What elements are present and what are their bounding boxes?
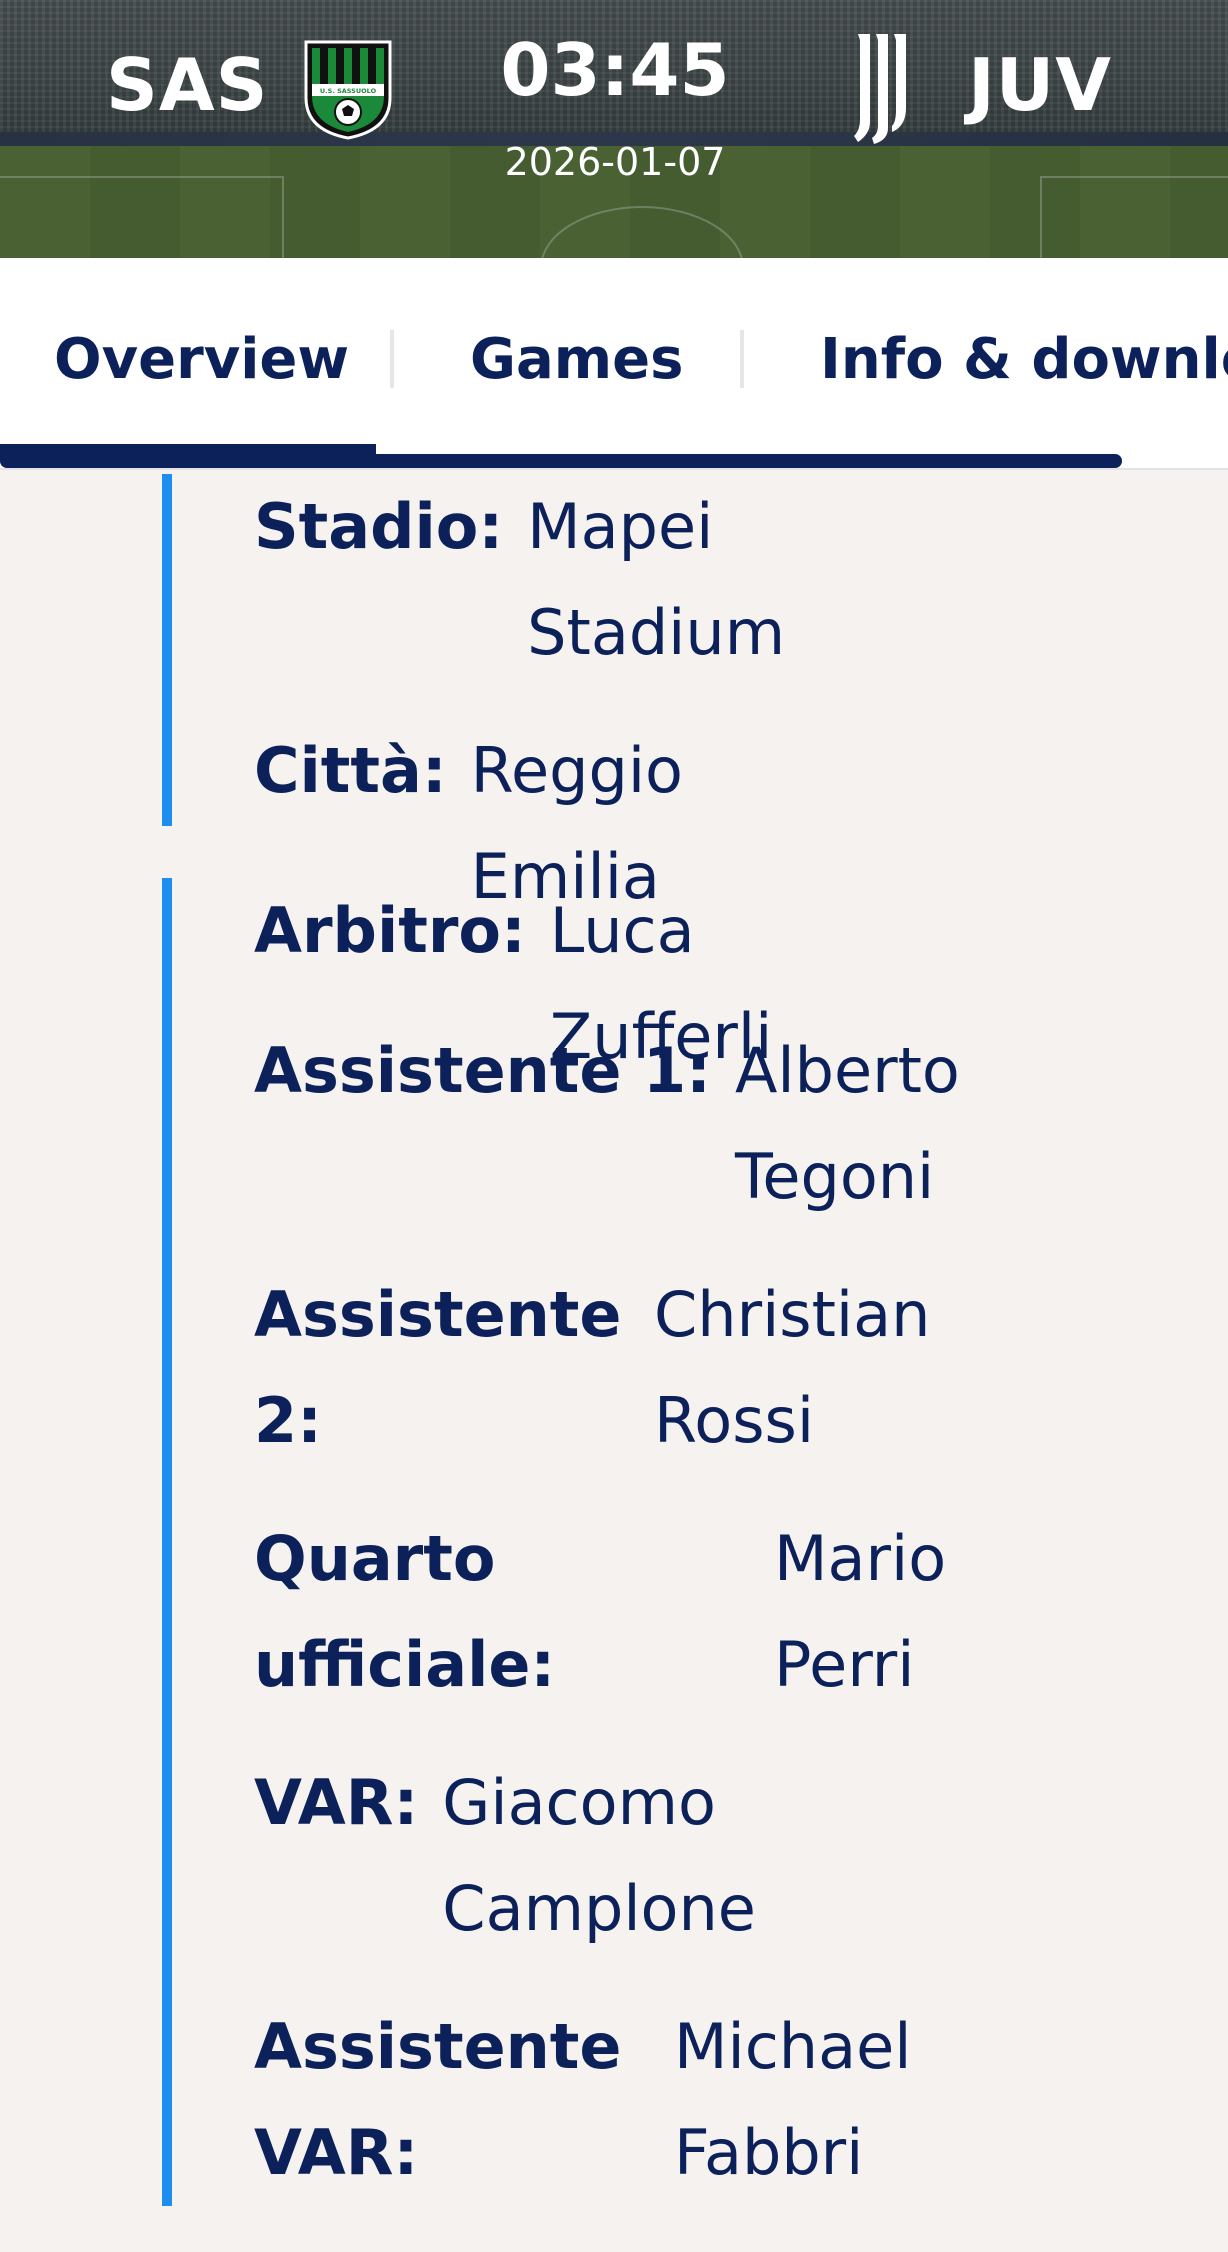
var-value: Giacomo Camplone: [442, 1766, 756, 1945]
match-header: SAS U.S. SASSUOLO 03:45 2026-01-07 JUV: [0, 0, 1228, 258]
tab-overview[interactable]: Overview: [54, 320, 349, 400]
city-label: Città:: [254, 734, 447, 807]
var-assistant-value: Michael Fabbri: [674, 2010, 912, 2189]
match-date: 2026-01-07: [504, 140, 726, 184]
assistant2-value: Christian Rossi: [654, 1278, 931, 1457]
var-assistant-row: Assistente VAR: Michael Fabbri: [254, 1994, 974, 2206]
juventus-logo-icon: [854, 34, 906, 144]
var-label: VAR:: [254, 1766, 419, 1839]
match-time: 03:45: [500, 28, 730, 112]
tabs-divider: [0, 468, 1228, 470]
tab-separator: [390, 330, 394, 388]
tab-games[interactable]: Games: [470, 320, 683, 400]
venue-section: Stadio: Mapei Stadium Città: Reggio Emil…: [162, 474, 785, 913]
crest-text: U.S. SASSUOLO: [320, 87, 377, 95]
home-team-code: SAS: [106, 43, 269, 127]
tab-bar: Overview Games Info & downloa: [0, 258, 1228, 470]
var-assistant-label: Assistente VAR:: [254, 2010, 622, 2189]
officials-section: Arbitro: Luca Zufferli Assistente 1: Alb…: [162, 878, 960, 2206]
away-team-code: JUV: [968, 43, 1112, 127]
fourth-official-value: Mario Perri: [774, 1522, 947, 1701]
assistant1-label: Assistente 1:: [254, 1034, 711, 1107]
fourth-official-label: Quarto ufficiale:: [254, 1522, 556, 1701]
stadium-row: Stadio: Mapei Stadium: [254, 474, 847, 686]
var-row: VAR: Giacomo Camplone: [254, 1750, 882, 1962]
tab-separator: [740, 330, 744, 388]
assistant1-row: Assistente 1: Alberto Tegoni: [254, 1018, 1035, 1230]
fourth-official-row: Quarto ufficiale: Mario Perri: [254, 1506, 1014, 1718]
sassuolo-crest-icon: U.S. SASSUOLO: [304, 40, 392, 140]
referee-label: Arbitro:: [254, 894, 526, 967]
assistant1-value: Alberto Tegoni: [734, 1034, 960, 1213]
tab-info-downloads[interactable]: Info & downloa: [820, 320, 1228, 400]
tab-active-indicator: [0, 444, 376, 460]
assistant2-label: Assistente 2:: [254, 1278, 622, 1457]
assistant2-row: Assistente 2: Christian Rossi: [254, 1262, 994, 1474]
stadium-value: Mapei Stadium: [527, 490, 786, 669]
stadium-label: Stadio:: [254, 490, 504, 563]
